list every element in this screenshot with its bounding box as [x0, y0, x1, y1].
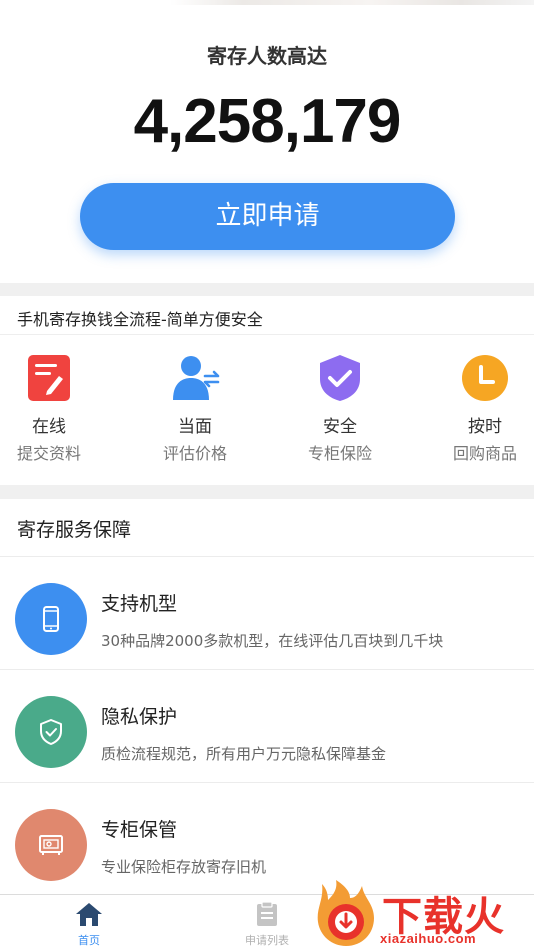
step-title: 按时: [468, 417, 502, 437]
home-icon: [76, 903, 102, 926]
person-exchange-icon: [171, 354, 220, 402]
service-item-supported-models[interactable]: 支持机型 30种品牌2000多款机型，在线评估几百块到几千块: [0, 556, 534, 668]
safe-box-icon: [15, 809, 87, 881]
process-step-online: 在线 提交资料: [0, 354, 104, 464]
service-description: 专业保险柜存放寄存旧机: [101, 858, 267, 876]
step-subtitle: 评估价格: [162, 444, 227, 463]
shield-check-icon: [15, 696, 87, 768]
step-subtitle: 回购商品: [452, 444, 517, 463]
service-title: 隐私保护: [101, 706, 178, 728]
apply-now-button[interactable]: 立即申请: [80, 183, 455, 250]
flame-logo-icon: [317, 880, 374, 946]
xiazaihuo-watermark: 下载火 xiazaihuo.com: [312, 878, 534, 950]
watermark-url: xiazaihuo.com: [380, 931, 477, 946]
clipboard-icon: [257, 901, 277, 926]
tab-label: 首页: [78, 934, 100, 947]
depositor-count: 4,258,179: [133, 87, 402, 156]
section-divider: [0, 485, 534, 499]
edit-form-icon: [25, 354, 73, 402]
tab-home[interactable]: 首页: [44, 901, 134, 948]
service-description: 30种品牌2000多款机型，在线评估几百块到几千块: [101, 632, 444, 650]
hero-title: 寄存人数高达: [207, 44, 327, 68]
process-step-safe: 安全 专柜保险: [285, 354, 395, 464]
service-title: 支持机型: [101, 593, 178, 615]
service-section: 寄存服务保障 支持机型 30种品牌2000多款机型，在线评估几百块到几千块 隐私…: [0, 499, 534, 894]
step-title: 安全: [323, 417, 357, 437]
step-subtitle: 专柜保险: [307, 444, 372, 463]
step-subtitle: 提交资料: [16, 444, 81, 463]
process-step-face-to-face: 当面 评估价格: [140, 354, 250, 464]
process-step-on-time: 按时 回购商品: [430, 354, 534, 464]
process-section: 手机寄存换钱全流程-简单方便安全 在线 提交资料 当面 评估价格 安全 专柜保险…: [0, 296, 534, 485]
step-title: 在线: [32, 417, 66, 437]
hero-section: 寄存人数高达 4,258,179 立即申请: [0, 6, 534, 283]
clock-icon: [461, 354, 509, 402]
shield-check-icon: [316, 354, 364, 402]
tab-label: 申请列表: [245, 934, 289, 947]
section-divider: [0, 283, 534, 296]
divider: [0, 334, 534, 335]
service-item-privacy[interactable]: 隐私保护 质检流程规范，所有用户万元隐私保障基金: [0, 669, 534, 781]
service-title: 专柜保管: [101, 819, 178, 841]
tab-application-list[interactable]: 申请列表: [222, 901, 312, 948]
process-heading: 手机寄存换钱全流程-简单方便安全: [17, 310, 263, 329]
service-heading: 寄存服务保障: [17, 519, 132, 541]
service-description: 质检流程规范，所有用户万元隐私保障基金: [101, 745, 387, 763]
phone-icon: [15, 583, 87, 655]
step-title: 当面: [178, 417, 212, 437]
